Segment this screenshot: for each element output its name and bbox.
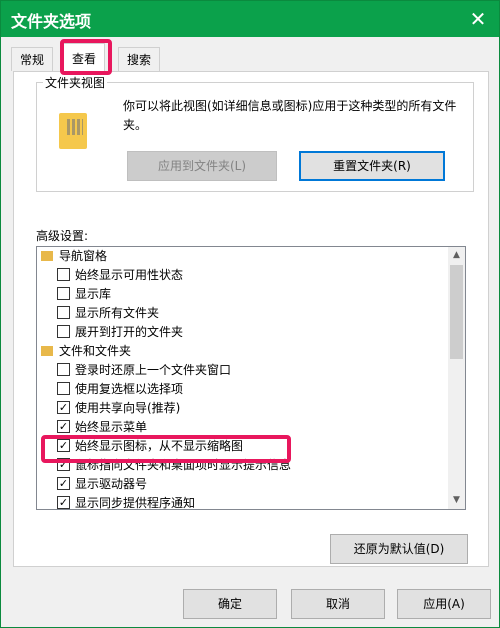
checkbox-checked[interactable]: ✓ bbox=[57, 496, 70, 509]
option-label: 展开到打开的文件夹 bbox=[75, 325, 184, 339]
option-label: 显示驱动器号 bbox=[75, 477, 148, 491]
checkbox[interactable] bbox=[57, 325, 70, 338]
restore-defaults-button[interactable]: 还原为默认值(D) bbox=[330, 534, 468, 564]
scroll-down-icon[interactable]: ▼ bbox=[448, 492, 465, 509]
option-expand-to-open-folder[interactable]: 展开到打开的文件夹 bbox=[57, 323, 183, 342]
checkbox-checked[interactable]: ✓ bbox=[57, 458, 70, 471]
checkbox-checked[interactable]: ✓ bbox=[57, 420, 70, 433]
option-use-sharing-wizard[interactable]: ✓ 使用共享向导(推荐) bbox=[57, 399, 180, 418]
tree-scrollbar[interactable]: ▲ ▼ bbox=[448, 247, 465, 509]
folder-views-description: 你可以将此视图(如详细信息或图标)应用于这种类型的所有文件夹。 bbox=[123, 99, 457, 132]
folder-views-legend: 文件夹视图 bbox=[43, 74, 108, 91]
close-icon[interactable]: ✕ bbox=[463, 5, 493, 33]
option-label: 始终显示菜单 bbox=[75, 420, 148, 434]
tab-general[interactable]: 常规 bbox=[11, 47, 54, 71]
checkbox-checked[interactable]: ✓ bbox=[57, 401, 70, 414]
reset-folders-button[interactable]: 重置文件夹(R) bbox=[299, 151, 445, 181]
ok-button[interactable]: 确定 bbox=[183, 589, 277, 619]
tree-group-label: 导航窗格 bbox=[59, 249, 108, 263]
checkbox[interactable] bbox=[57, 382, 70, 395]
checkbox[interactable] bbox=[57, 363, 70, 376]
tab-search[interactable]: 搜索 bbox=[118, 47, 161, 71]
apply-button[interactable]: 应用(A) bbox=[397, 589, 491, 619]
folder-icon bbox=[41, 250, 53, 261]
checkbox[interactable] bbox=[57, 306, 70, 319]
folder-icon bbox=[59, 113, 87, 149]
option-show-sync-notifications[interactable]: ✓ 显示同步提供程序通知 bbox=[57, 494, 196, 510]
option-show-libraries[interactable]: 显示库 bbox=[57, 285, 111, 304]
option-label: 始终显示可用性状态 bbox=[75, 268, 184, 282]
option-show-pop-up-description[interactable]: ✓ 鼠标指向文件夹和桌面项时显示提示信息 bbox=[57, 456, 291, 475]
option-use-check-boxes[interactable]: 使用复选框以选择项 bbox=[57, 380, 183, 399]
tree-group-label: 文件和文件夹 bbox=[59, 344, 132, 358]
option-always-show-icons[interactable]: ✓ 始终显示图标，从不显示缩略图 bbox=[57, 437, 243, 456]
view-tab-panel: 文件夹视图 你可以将此视图(如详细信息或图标)应用于这种类型的所有文件夹。 应用… bbox=[13, 71, 489, 567]
option-label: 使用复选框以选择项 bbox=[75, 382, 184, 396]
tree-group-files-and-folders: 文件和文件夹 bbox=[41, 342, 131, 361]
window-title: 文件夹选项 bbox=[11, 12, 92, 31]
scroll-up-icon[interactable]: ▲ bbox=[448, 247, 465, 264]
tab-view[interactable]: 查看 bbox=[63, 43, 106, 73]
advanced-settings-tree[interactable]: 导航窗格 始终显示可用性状态 显示库 显示所有文件夹 展开到打开的文件夹 文件和… bbox=[36, 246, 466, 510]
checkbox-checked[interactable]: ✓ bbox=[57, 477, 70, 490]
folder-icon bbox=[41, 345, 53, 356]
checkbox[interactable] bbox=[57, 268, 70, 281]
scroll-thumb[interactable] bbox=[450, 265, 463, 359]
option-label: 登录时还原上一个文件夹窗口 bbox=[75, 363, 232, 377]
option-label: 显示所有文件夹 bbox=[75, 306, 160, 320]
checkbox[interactable] bbox=[57, 287, 70, 300]
option-show-drive-letters[interactable]: ✓ 显示驱动器号 bbox=[57, 475, 147, 494]
option-label: 使用共享向导(推荐) bbox=[75, 401, 181, 415]
option-label: 显示库 bbox=[75, 287, 112, 301]
option-always-show-availability[interactable]: 始终显示可用性状态 bbox=[57, 266, 183, 285]
option-show-all-folders[interactable]: 显示所有文件夹 bbox=[57, 304, 159, 323]
apply-to-folders-button[interactable]: 应用到文件夹(L) bbox=[127, 151, 277, 181]
option-restore-previous-windows[interactable]: 登录时还原上一个文件夹窗口 bbox=[57, 361, 231, 380]
option-label: 鼠标指向文件夹和桌面项时显示提示信息 bbox=[75, 458, 292, 472]
checkbox-checked[interactable]: ✓ bbox=[57, 439, 70, 452]
option-label: 始终显示图标，从不显示缩略图 bbox=[75, 439, 244, 453]
cancel-button[interactable]: 取消 bbox=[291, 589, 385, 619]
option-always-show-menus[interactable]: ✓ 始终显示菜单 bbox=[57, 418, 147, 437]
folder-options-dialog: 文件夹选项 ✕ 常规 查看 搜索 文件夹视图 你可以将此视图(如详细信息或图标)… bbox=[0, 0, 500, 628]
folder-views-group: 文件夹视图 你可以将此视图(如详细信息或图标)应用于这种类型的所有文件夹。 应用… bbox=[36, 74, 474, 192]
title-bar: 文件夹选项 ✕ bbox=[1, 1, 499, 37]
option-label: 显示同步提供程序通知 bbox=[75, 496, 196, 510]
advanced-settings-label: 高级设置: bbox=[36, 229, 89, 243]
tree-group-navigation-pane: 导航窗格 bbox=[41, 247, 107, 266]
